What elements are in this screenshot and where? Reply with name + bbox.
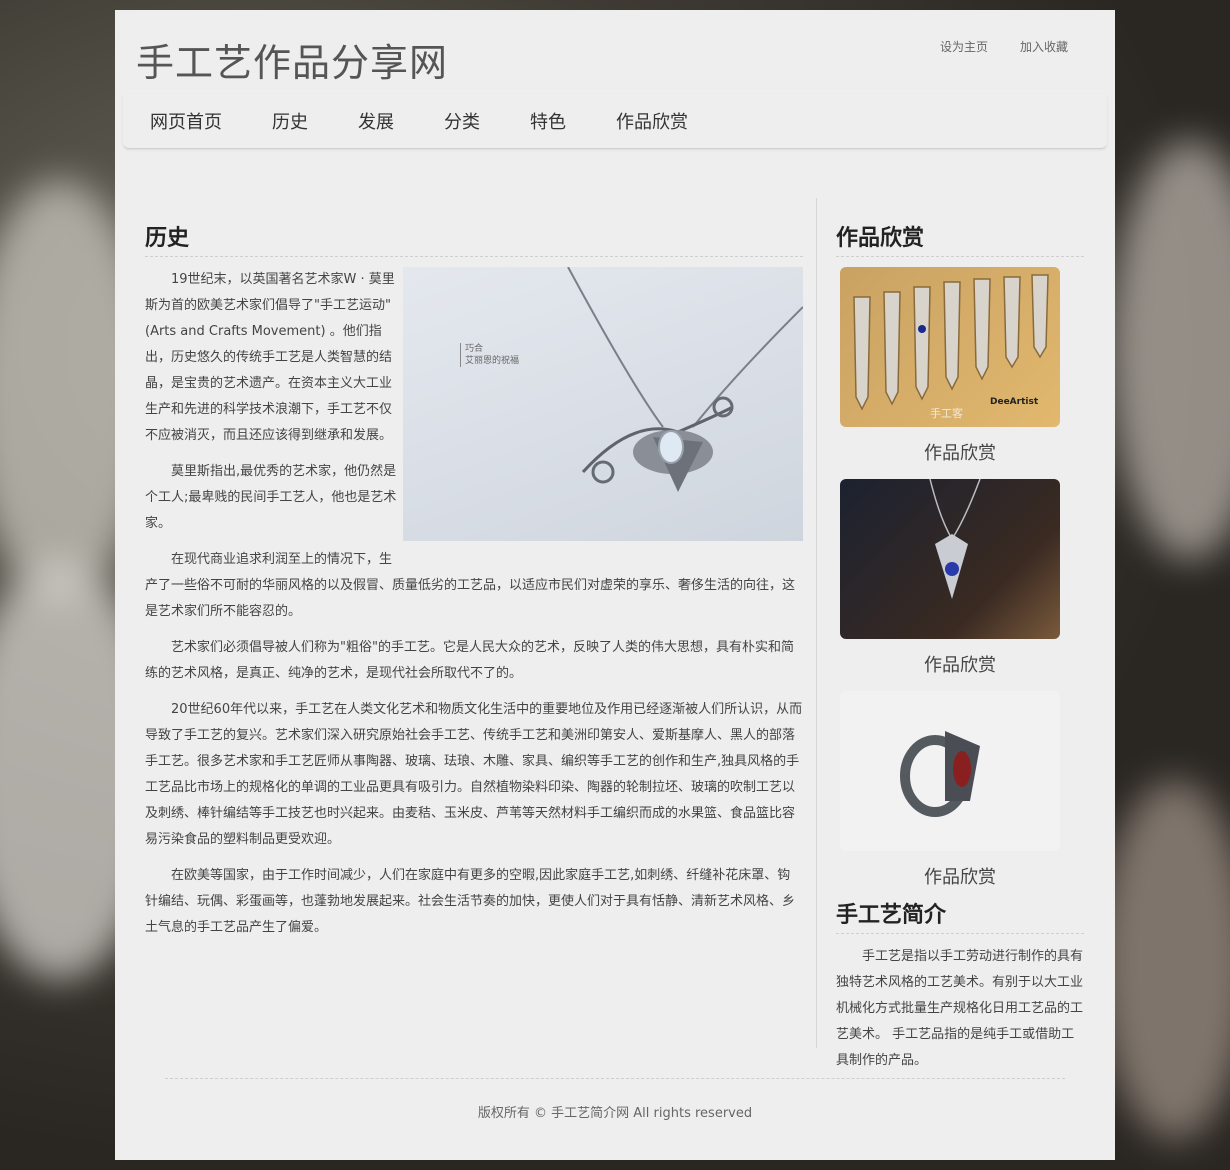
thumb1-brand-text: 手工客 xyxy=(930,407,963,420)
intro-text: 手工艺是指以手工劳动进行制作的具有独特艺术风格的工艺美术。有别于以大工业机械化方… xyxy=(836,949,1084,1068)
pendant-on-wood-illustration xyxy=(929,479,981,599)
image-caption-label: 巧合 艾丽恩的祝福 xyxy=(460,343,519,367)
site-title: 手工艺作品分享网 xyxy=(136,41,449,85)
page-container: 手工艺作品分享网 设为主页 加入收藏 网页首页 历史 发展 分类 特色 作品欣赏… xyxy=(115,10,1115,1160)
add-favorite-link[interactable]: 加入收藏 xyxy=(1020,38,1068,55)
sidebar: 作品欣赏 手工客 DeeArtist 作品欣赏 作品欣赏 作品欣赏 手工艺简介 … xyxy=(836,220,1084,1074)
history-article: 巧合 艾丽恩的祝福 19世纪末，以英国著名艺术家W · 莫里斯为首的欧美艺术家们… xyxy=(145,267,803,941)
intro-title: 手工艺简介 xyxy=(836,897,1084,934)
nav-item-home[interactable]: 网页首页 xyxy=(150,94,222,152)
sidebar-divider xyxy=(816,198,817,1048)
ring-illustration xyxy=(900,731,980,817)
history-paragraph-3: 在现代商业追求利润至上的情况下，生产了一些俗不可耐的华丽风格的以及假冒、质量低劣… xyxy=(145,552,796,619)
main-content: 历史 巧合 艾丽恩的祝福 19世纪末，以英国著名艺术家W · 莫里斯为首的欧美艺… xyxy=(145,220,803,951)
history-paragraph-4: 艺术家们必须倡导被人们称为"粗俗"的手工艺。它是人民大众的艺术，反映了人类的伟大… xyxy=(145,640,794,681)
nav-item-features[interactable]: 特色 xyxy=(530,94,566,152)
history-paragraph-6: 在欧美等国家，由于工作时间减少，人们在家庭中有更多的空暇,因此家庭手工艺,如刺绣… xyxy=(145,868,796,935)
set-homepage-link[interactable]: 设为主页 xyxy=(940,38,988,55)
gallery-thumb-3[interactable] xyxy=(840,691,1060,851)
gallery-caption-2: 作品欣赏 xyxy=(924,655,996,676)
gallery-thumb-1[interactable]: 手工客 DeeArtist xyxy=(840,267,1060,427)
gallery-thumb-2[interactable] xyxy=(840,479,1060,639)
necklace-image: 巧合 艾丽恩的祝福 xyxy=(403,267,803,541)
footer-copyright: 版权所有 © 手工艺简介网 All rights reserved xyxy=(477,1106,753,1121)
gallery-title: 作品欣赏 xyxy=(836,220,1084,257)
top-links: 设为主页 加入收藏 xyxy=(940,38,1068,55)
history-title: 历史 xyxy=(145,220,803,257)
nav-item-history[interactable]: 历史 xyxy=(272,94,308,152)
bg-crystal-right xyxy=(1110,140,1230,560)
thumb1-artist-text: DeeArtist xyxy=(990,397,1039,407)
nav-item-gallery[interactable]: 作品欣赏 xyxy=(616,94,688,152)
gallery-caption-1: 作品欣赏 xyxy=(924,443,996,464)
main-nav: 网页首页 历史 发展 分类 特色 作品欣赏 xyxy=(123,94,1107,149)
footer-divider xyxy=(165,1078,1065,1079)
nav-item-category[interactable]: 分类 xyxy=(444,94,480,152)
bg-book-right xyxy=(1100,780,1230,1140)
history-paragraph-5: 20世纪60年代以来，手工艺在人类文化艺术和物质文化生活中的重要地位及作用已经逐… xyxy=(145,702,803,847)
necklace-illustration xyxy=(567,267,803,492)
nav-item-development[interactable]: 发展 xyxy=(358,94,394,152)
gallery-caption-3: 作品欣赏 xyxy=(924,867,996,888)
